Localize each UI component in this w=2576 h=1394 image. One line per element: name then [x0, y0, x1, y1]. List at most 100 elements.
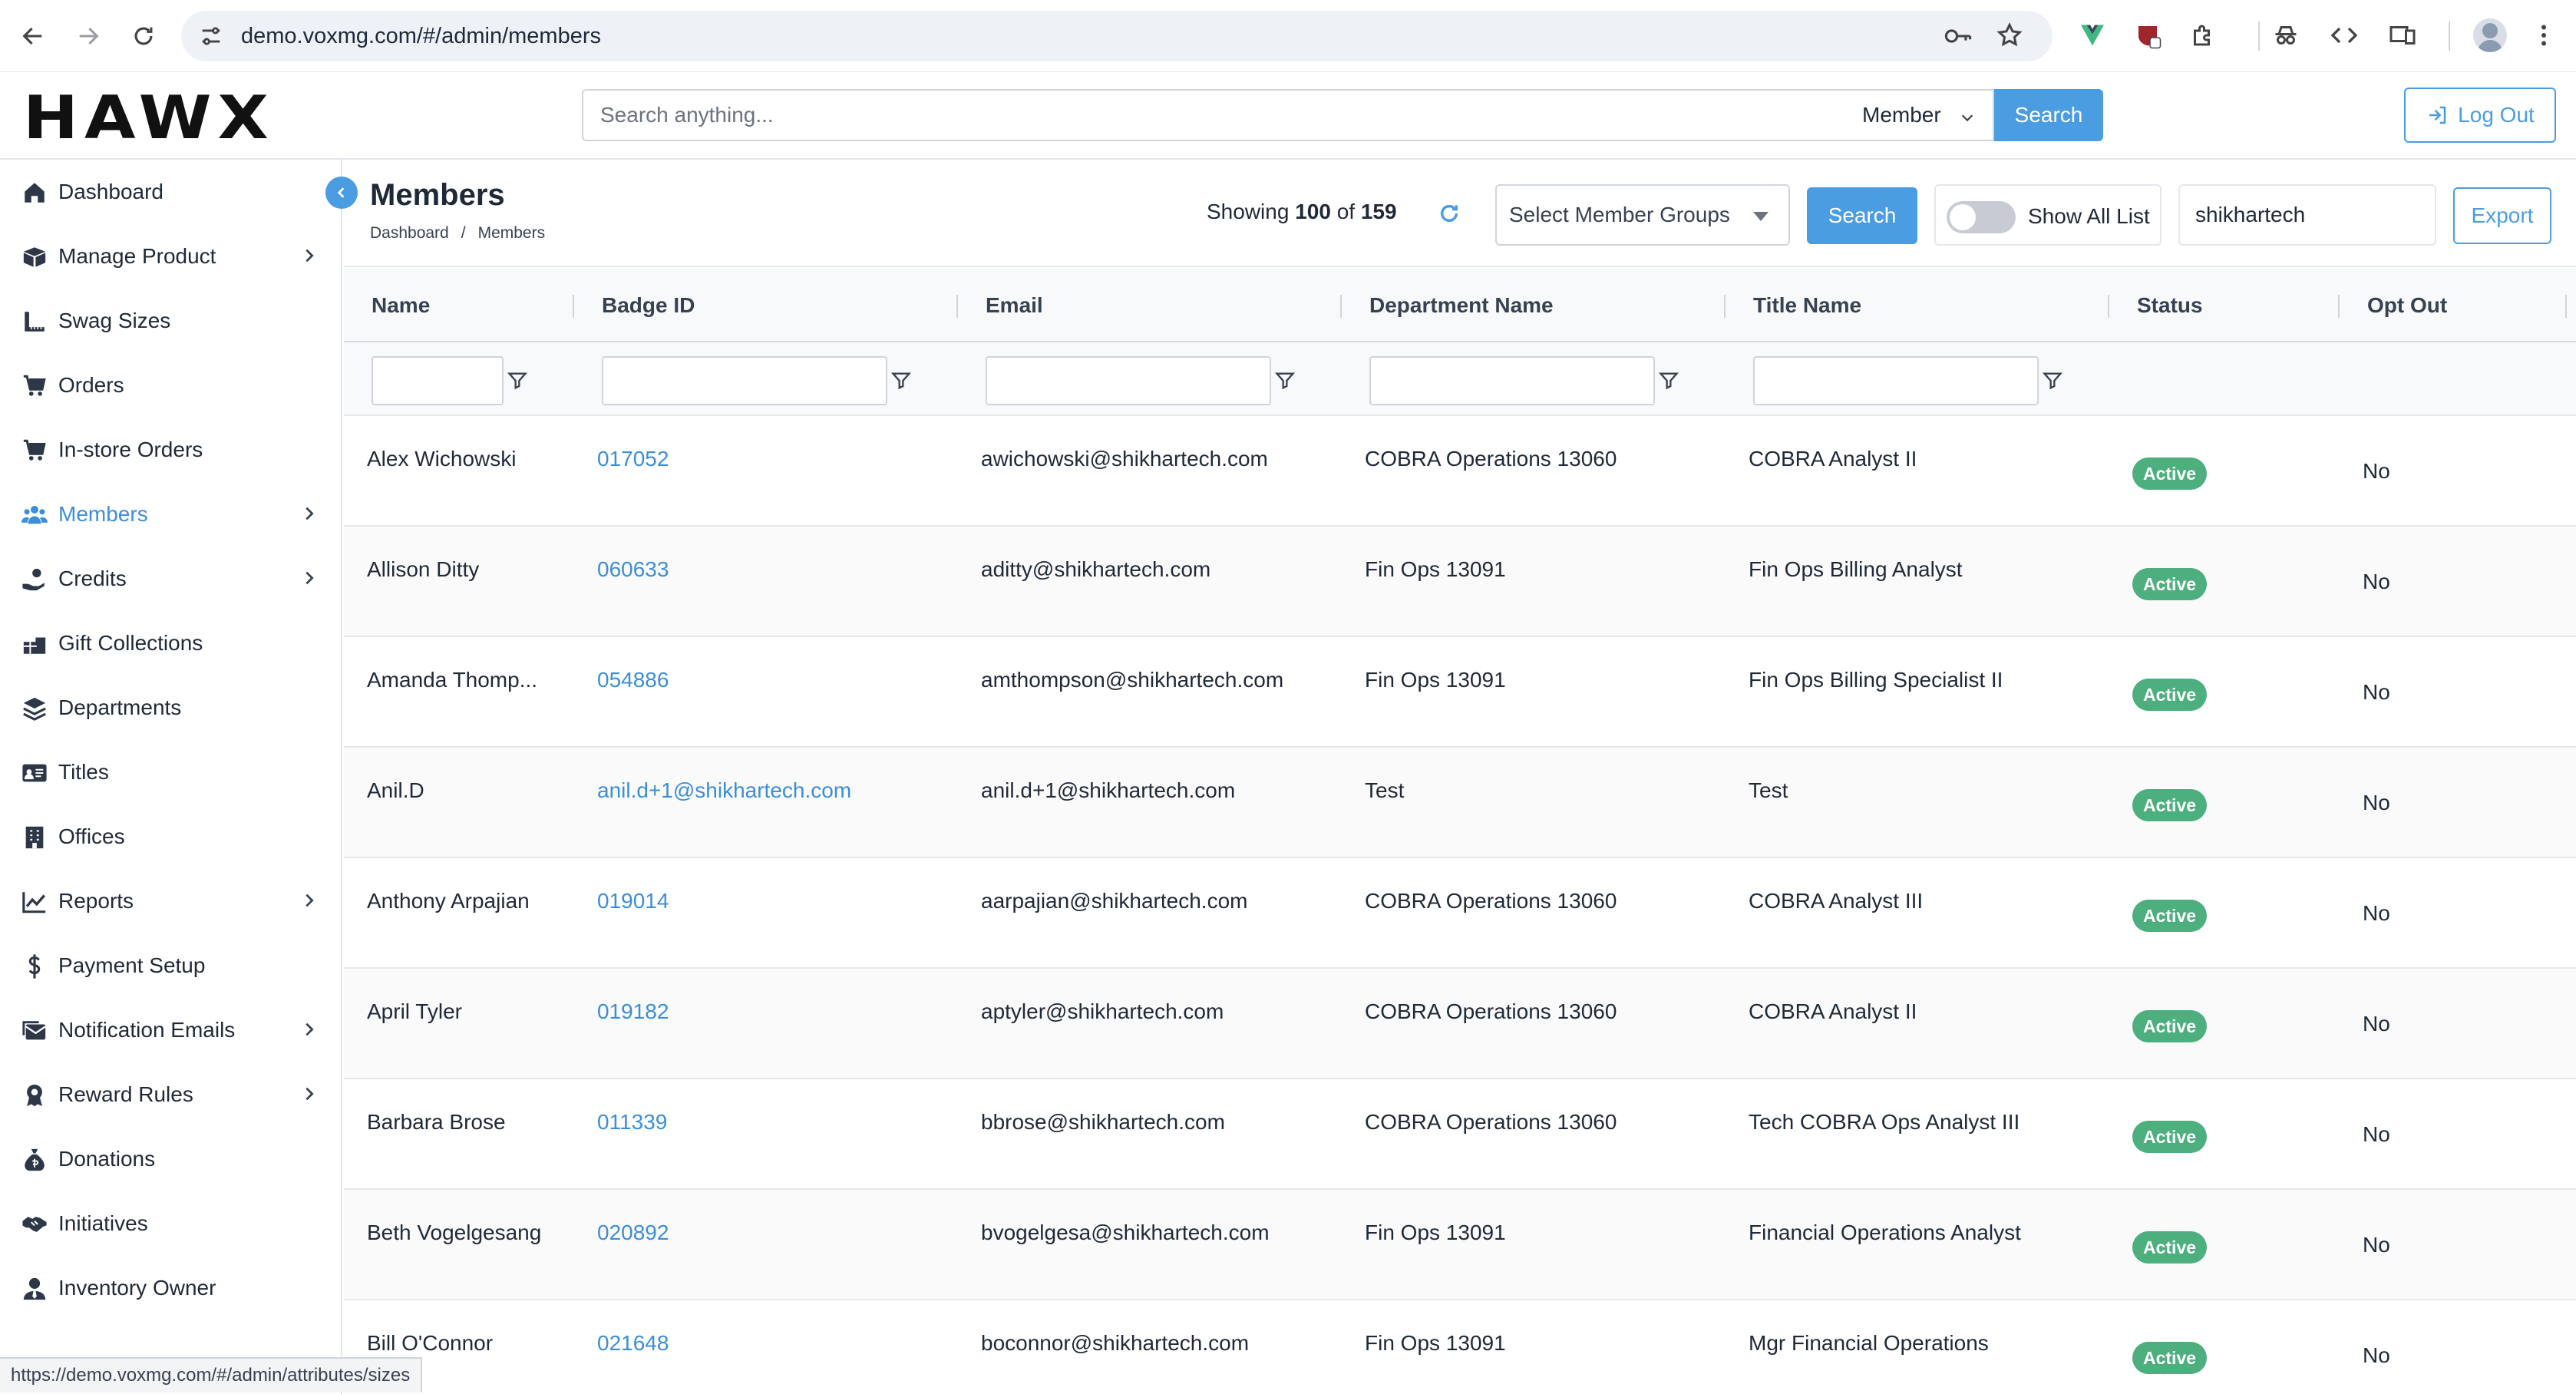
member-name[interactable]: Allison Ditty: [367, 557, 479, 582]
sidebar-item-reward-rules[interactable]: Reward Rules: [0, 1062, 342, 1127]
toolbar-divider: [2258, 21, 2260, 51]
device-toolbar-button[interactable]: [2386, 18, 2419, 52]
showing-count-value: 100: [1295, 200, 1331, 223]
sidebar-item-titles[interactable]: Titles: [0, 740, 342, 804]
badge-id-link[interactable]: 019182: [597, 999, 669, 1024]
sidebar-item-initiatives[interactable]: Initiatives: [0, 1191, 342, 1256]
badge-id-link[interactable]: 021648: [597, 1331, 669, 1356]
table-row[interactable]: Anil.D anil.d+1@shikhartech.com anil.d+1…: [344, 748, 2576, 858]
member-name[interactable]: Anthony Arpajian: [367, 889, 530, 913]
filter-icon[interactable]: [890, 370, 912, 391]
member-name[interactable]: Amanda Thomp...: [367, 668, 537, 692]
cart-icon-wrap: [20, 438, 49, 464]
filter-icon[interactable]: [1274, 370, 1296, 391]
show-all-toggle[interactable]: [1947, 201, 2016, 233]
badge-id-filter-input[interactable]: [602, 356, 887, 405]
department-name-filter-input[interactable]: [1369, 356, 1655, 405]
global-search-button[interactable]: Search: [1994, 89, 2103, 141]
extensions-button[interactable]: [2186, 18, 2220, 52]
password-key-icon[interactable]: [1944, 23, 1973, 49]
browser-menu-button[interactable]: [2527, 18, 2561, 52]
url-text[interactable]: demo.voxmg.com/#/admin/members: [241, 11, 601, 61]
sidebar-item-orders[interactable]: Orders: [0, 353, 342, 418]
company-filter-input[interactable]: [2178, 184, 2436, 246]
table-row[interactable]: April Tyler 019182 aptyler@shikhartech.c…: [344, 969, 2576, 1079]
sidebar-collapse-button[interactable]: [325, 177, 358, 209]
member-name[interactable]: Bill O'Connor: [367, 1331, 493, 1356]
badge-id-link[interactable]: anil.d+1@shikhartech.com: [597, 778, 851, 803]
back-button[interactable]: [12, 15, 54, 57]
table-row[interactable]: Beth Vogelgesang 020892 bvogelgesa@shikh…: [344, 1190, 2576, 1300]
badge-id-link[interactable]: 017052: [597, 447, 669, 471]
title-name-filter-input[interactable]: [1753, 356, 2039, 405]
site-settings-icon[interactable]: [198, 23, 224, 49]
sidebar-item-dashboard[interactable]: Dashboard: [0, 160, 342, 224]
vue-devtools-extension[interactable]: [2076, 18, 2109, 52]
member-name[interactable]: Alex Wichowski: [367, 447, 516, 471]
sidebar-item-label: Titles: [58, 760, 109, 784]
sidebar-item-gift-collections[interactable]: Gift Collections: [0, 611, 342, 676]
badge-id-link[interactable]: 060633: [597, 557, 669, 582]
export-button[interactable]: Export: [2453, 187, 2551, 244]
badge-id-link[interactable]: 019014: [597, 889, 669, 913]
column-header-title-name[interactable]: Title Name: [1726, 269, 1861, 342]
shield-extension[interactable]: [2131, 18, 2165, 52]
table-row[interactable]: Alex Wichowski 017052 awichowski@shikhar…: [344, 416, 2576, 527]
badge-id-link[interactable]: 054886: [597, 668, 669, 692]
filter-icon[interactable]: [507, 370, 528, 391]
table-row[interactable]: Bill O'Connor 021648 boconnor@shikhartec…: [344, 1300, 2576, 1394]
bookmark-star-icon[interactable]: [1996, 21, 2023, 49]
incognito-button[interactable]: [2269, 18, 2303, 52]
sidebar-item-manage-product[interactable]: Manage Product: [0, 224, 342, 289]
table-row[interactable]: Allison Ditty 060633 aditty@shikhartech.…: [344, 527, 2576, 637]
member-name[interactable]: April Tyler: [367, 999, 462, 1024]
name-filter-input[interactable]: [372, 356, 504, 405]
member-name[interactable]: Anil.D: [367, 778, 424, 803]
page-header: Members Dashboard / Members Showing 100 …: [344, 161, 2576, 267]
forward-button[interactable]: [68, 15, 109, 57]
breadcrumb-dashboard[interactable]: Dashboard: [370, 224, 449, 243]
email-filter-input[interactable]: [986, 356, 1271, 405]
sidebar-item-inventory-owner[interactable]: Inventory Owner: [0, 1256, 342, 1320]
member-groups-select[interactable]: Select Member Groups: [1495, 184, 1790, 246]
sidebar-item-reports[interactable]: Reports: [0, 869, 342, 933]
reload-button[interactable]: [123, 15, 164, 57]
badge-id-link[interactable]: 011339: [597, 1110, 667, 1135]
address-bar[interactable]: demo.voxmg.com/#/admin/members: [181, 11, 2053, 61]
column-header-badge-id[interactable]: Badge ID: [574, 269, 695, 342]
column-header-opt-out[interactable]: Opt Out: [2340, 269, 2447, 342]
search-type-select[interactable]: Member: [1847, 89, 1994, 141]
column-header-email[interactable]: Email: [958, 269, 1043, 342]
sidebar-item-offices[interactable]: Offices: [0, 804, 342, 869]
gifts-icon: [23, 637, 46, 654]
column-header-name[interactable]: Name: [344, 269, 430, 342]
members-search-button[interactable]: Search: [1807, 187, 1917, 244]
column-header-department-name[interactable]: Department Name: [1342, 269, 1554, 342]
column-resizer[interactable]: [2565, 295, 2567, 318]
global-search-input[interactable]: [582, 89, 1848, 141]
badge-id-link[interactable]: 020892: [597, 1221, 669, 1245]
sidebar-item-in-store-orders[interactable]: In-store Orders: [0, 418, 342, 482]
devtools-button[interactable]: [2327, 18, 2361, 52]
department-name: Test: [1365, 778, 1405, 802]
refresh-icon[interactable]: [1437, 201, 1461, 226]
filter-icon[interactable]: [2042, 370, 2063, 391]
sidebar-item-swag-sizes[interactable]: Swag Sizes: [0, 289, 342, 353]
sidebar-item-members[interactable]: Members: [0, 482, 342, 547]
filter-icon[interactable]: [1658, 370, 1679, 391]
sidebar-item-payment-setup[interactable]: Payment Setup: [0, 933, 342, 998]
logout-button[interactable]: Log Out: [2404, 88, 2556, 143]
sidebar-item-credits[interactable]: Credits: [0, 547, 342, 611]
column-header-status[interactable]: Status: [2109, 269, 2203, 342]
sidebar-item-notification-emails[interactable]: Notification Emails: [0, 998, 342, 1062]
member-name[interactable]: Barbara Brose: [367, 1110, 506, 1135]
table-row[interactable]: Barbara Brose 011339 bbrose@shikhartech.…: [344, 1079, 2576, 1190]
sidebar-item-donations[interactable]: Donations: [0, 1127, 342, 1191]
member-name[interactable]: Beth Vogelgesang: [367, 1221, 541, 1245]
sidebar-item-departments[interactable]: Departments: [0, 676, 342, 740]
sidebar-item-label: Inventory Owner: [58, 1276, 216, 1300]
profile-avatar[interactable]: [2473, 18, 2507, 52]
hawx-logo[interactable]: HAWX: [23, 88, 275, 147]
table-row[interactable]: Amanda Thomp... 054886 amthompson@shikha…: [344, 637, 2576, 748]
table-row[interactable]: Anthony Arpajian 019014 aarpajian@shikha…: [344, 858, 2576, 969]
